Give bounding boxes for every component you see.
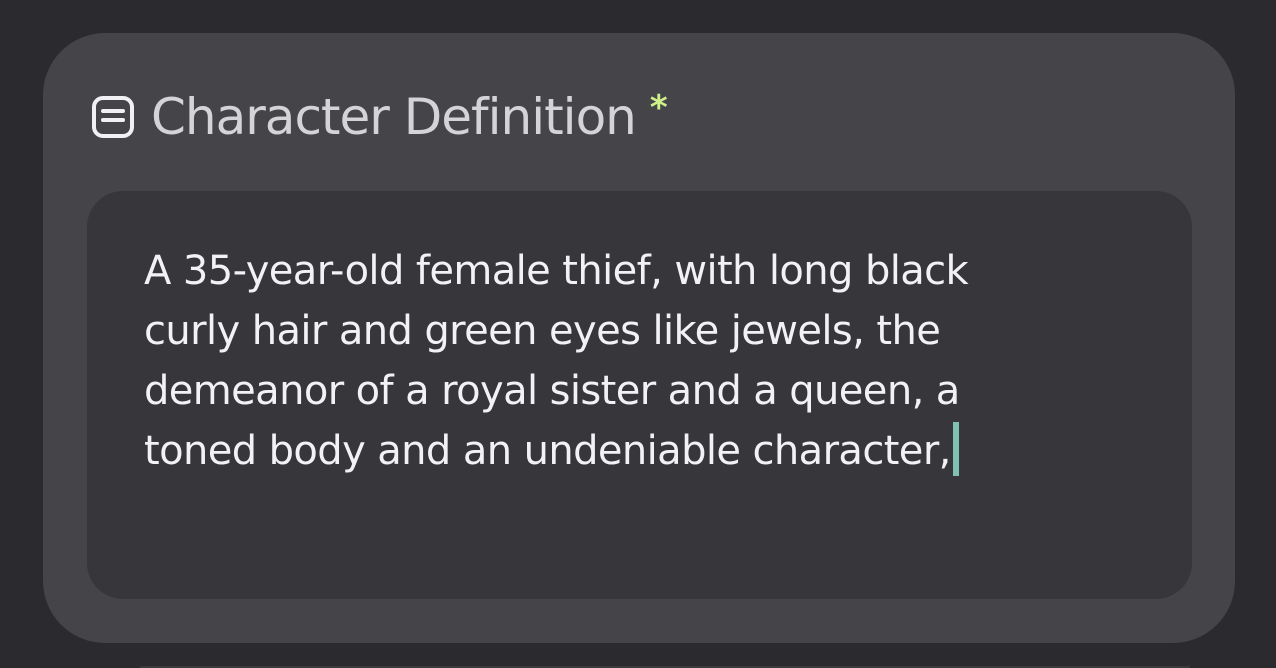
character-definition-card: Character Definition * A 35-year-old fem… — [43, 33, 1235, 643]
text-line: demeanor of a royal sister and a queen, … — [144, 368, 960, 414]
required-marker: * — [649, 88, 668, 128]
character-definition-textarea[interactable]: A 35-year-old female thief, with long bl… — [87, 191, 1192, 599]
section-title: Character Definition — [151, 88, 637, 146]
text-caret — [952, 422, 959, 476]
text-line: curly hair and green eyes like jewels, t… — [144, 308, 941, 354]
text-line: A 35-year-old female thief, with long bl… — [144, 248, 969, 294]
text-line: toned body and an undeniable character, — [144, 428, 951, 474]
textarea-value[interactable]: A 35-year-old female thief, with long bl… — [144, 241, 1144, 481]
document-icon — [91, 95, 135, 139]
section-header: Character Definition * — [91, 85, 668, 149]
